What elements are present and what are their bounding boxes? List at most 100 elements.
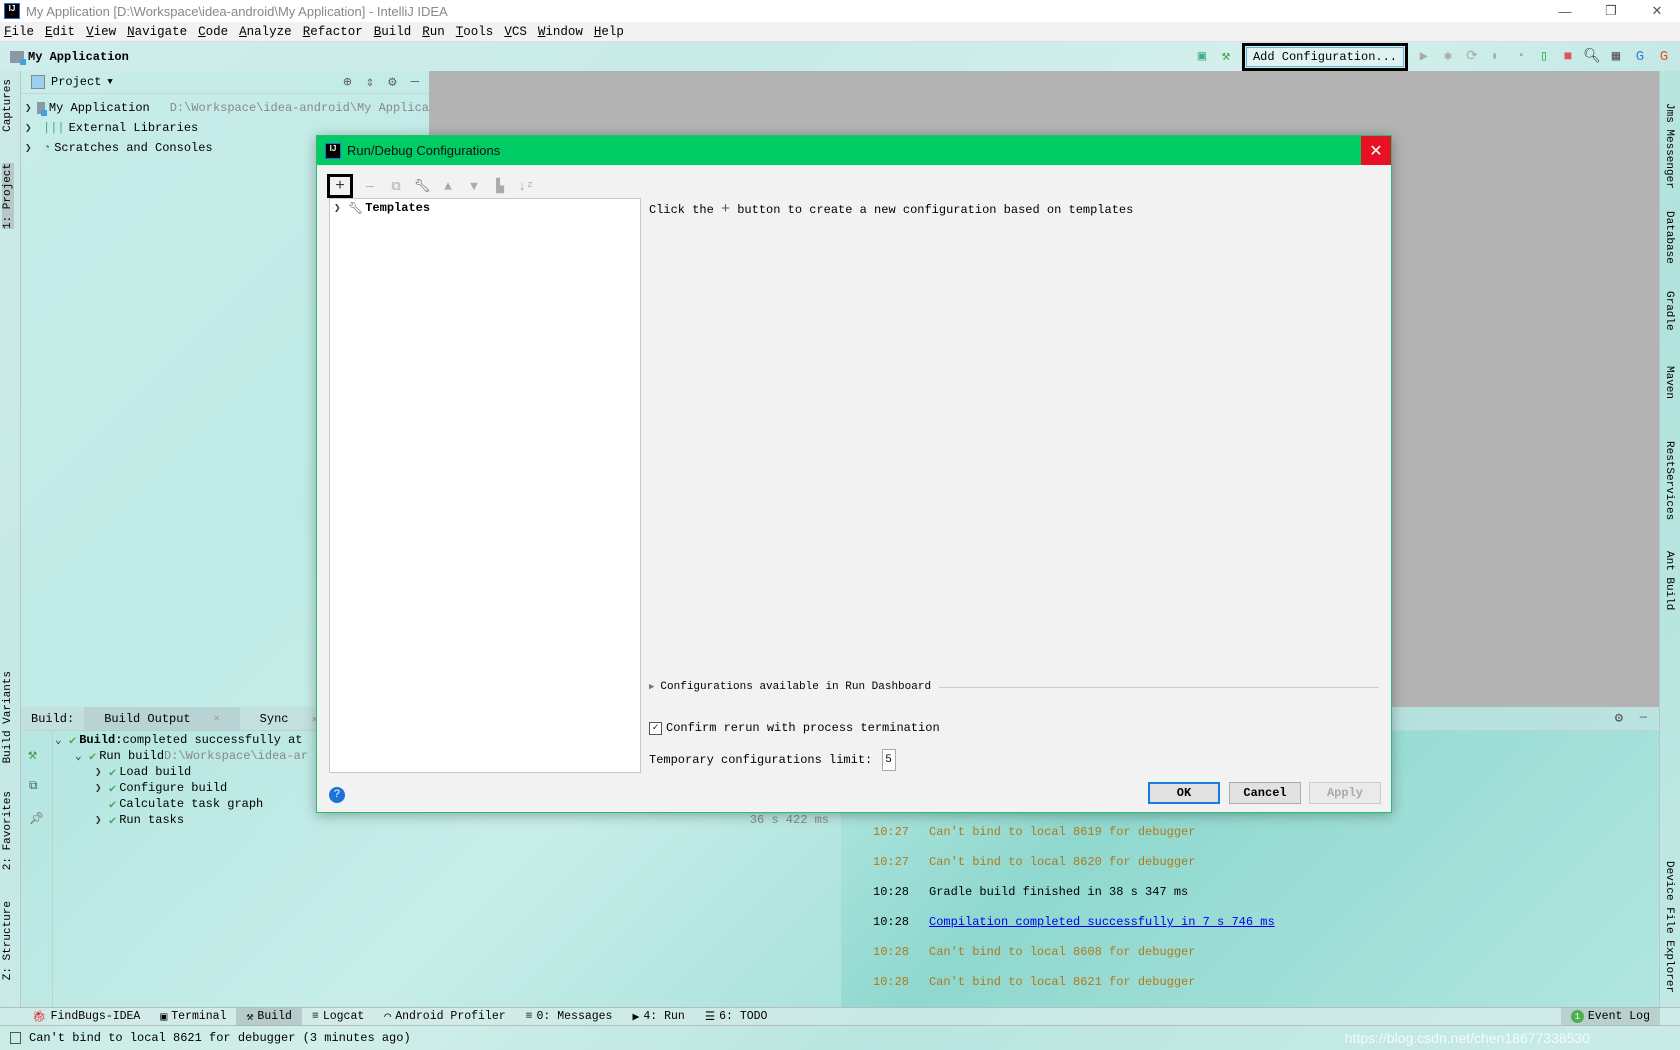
- menu-edit[interactable]: Edit: [45, 25, 75, 39]
- tab-restservices[interactable]: RestServices: [1663, 441, 1675, 520]
- menu-build[interactable]: Build: [374, 25, 412, 39]
- tool-messages[interactable]: ≡ 0: Messages: [516, 1007, 623, 1026]
- edit-templates-wrench-icon[interactable]: 🔧︎: [413, 177, 431, 195]
- confirm-rerun-checkbox[interactable]: ✓ Confirm rerun with process termination: [649, 721, 940, 735]
- menu-view[interactable]: View: [86, 25, 116, 39]
- dialog-close-button[interactable]: ✕: [1361, 136, 1391, 165]
- event-text[interactable]: Compilation completed successfully in 7 …: [929, 915, 1275, 929]
- translate-icon[interactable]: G: [1656, 49, 1672, 65]
- tab-build-variants[interactable]: Build Variants: [2, 671, 14, 763]
- tree-item-my-application[interactable]: ❯ My Application D:\Workspace\idea-android…: [21, 98, 429, 118]
- move-down-icon[interactable]: ▼: [465, 177, 483, 195]
- build-tree-row[interactable]: ✔ Calculate task graph: [109, 796, 263, 812]
- menu-tools[interactable]: Tools: [456, 25, 494, 39]
- run-window-icon[interactable]: ▣: [1194, 49, 1210, 65]
- tab-project[interactable]: 1: Project: [2, 163, 14, 230]
- google-translate-icon[interactable]: G: [1632, 49, 1648, 65]
- event-log-button[interactable]: 1 Event Log: [1560, 1007, 1660, 1026]
- chevron-down-icon[interactable]: ⌄: [75, 749, 89, 763]
- tool-android-profiler[interactable]: ◠ Android Profiler: [374, 1007, 515, 1026]
- menu-window[interactable]: Window: [538, 25, 583, 39]
- limit-input[interactable]: [882, 749, 897, 771]
- ok-button[interactable]: OK: [1148, 782, 1220, 804]
- remove-configuration-icon[interactable]: —: [361, 177, 379, 195]
- pin-icon[interactable]: 📌︎: [29, 811, 44, 826]
- new-folder-icon[interactable]: ▙: [491, 177, 509, 195]
- menu-code[interactable]: Code: [198, 25, 228, 39]
- run-dashboard-section[interactable]: ▶ Configurations available in Run Dashboa…: [649, 681, 1379, 693]
- apply-changes-icon[interactable]: ⟳: [1464, 49, 1480, 65]
- tool-logcat[interactable]: ≡ Logcat: [302, 1007, 374, 1026]
- chevron-right-icon[interactable]: ❯: [95, 813, 109, 827]
- tab-build-output[interactable]: Build Output ✕: [84, 706, 240, 731]
- chevron-down-icon[interactable]: ⌄: [55, 733, 69, 747]
- cancel-button[interactable]: Cancel: [1229, 782, 1301, 804]
- chevron-right-icon[interactable]: ❯: [334, 201, 348, 215]
- chevron-right-icon[interactable]: ❯: [25, 141, 39, 155]
- build-tree-row[interactable]: ⌄ ✔ Build: completed successfully at: [55, 732, 302, 748]
- close-icon[interactable]: ✕: [204, 713, 230, 725]
- tree-item-templates[interactable]: ❯ 🔧︎ Templates: [330, 199, 640, 217]
- run-icon[interactable]: ▶: [1416, 49, 1432, 65]
- tool-build[interactable]: ⚒ Build: [236, 1007, 302, 1026]
- gear-icon[interactable]: ⚙: [388, 74, 396, 91]
- close-window-button[interactable]: ✕: [1634, 0, 1680, 22]
- tab-database[interactable]: Database: [1663, 211, 1675, 264]
- menu-analyze[interactable]: Analyze: [239, 25, 292, 39]
- rebuild-hammer-icon[interactable]: ⚒: [28, 745, 37, 764]
- event-log-entry[interactable]: 10:28 Compilation completed successfully …: [873, 915, 1275, 929]
- status-toggle-icon[interactable]: [10, 1032, 21, 1044]
- status-message[interactable]: Can't bind to local 8621 for debugger (3…: [29, 1031, 411, 1045]
- hide-icon[interactable]: —: [411, 74, 419, 91]
- menu-file[interactable]: File: [4, 25, 34, 39]
- toggle-view-icon[interactable]: ⧉: [29, 779, 38, 793]
- chevron-down-icon[interactable]: ▼: [107, 77, 112, 87]
- menu-help[interactable]: Help: [594, 25, 624, 39]
- apply-button[interactable]: Apply: [1309, 782, 1381, 804]
- build-tree-row[interactable]: ⌄ ✔ Run build D:\Workspace\idea-ar: [75, 748, 308, 764]
- build-hammer-icon[interactable]: ⚒: [1218, 49, 1234, 65]
- expand-arrow-icon[interactable]: ▶: [649, 682, 654, 692]
- chevron-right-icon[interactable]: ❯: [25, 101, 33, 115]
- chevron-right-icon[interactable]: ❯: [95, 781, 109, 795]
- tool-terminal[interactable]: ▣ Terminal: [150, 1007, 236, 1026]
- hide-icon[interactable]: —: [1640, 710, 1647, 724]
- tab-device-file-explorer[interactable]: Device File Explorer: [1663, 861, 1675, 993]
- locate-icon[interactable]: ⊕: [343, 74, 351, 91]
- collapse-all-icon[interactable]: ⇕: [366, 74, 374, 91]
- tab-maven[interactable]: Maven: [1663, 366, 1675, 399]
- build-tree-row[interactable]: ❯ ✔ Run tasks: [95, 812, 184, 828]
- build-tree-row[interactable]: ❯ ✔ Load build: [95, 764, 191, 780]
- profile-icon[interactable]: ◔: [1512, 49, 1528, 65]
- debug-icon[interactable]: ✱: [1440, 49, 1456, 65]
- menu-vcs[interactable]: VCS: [504, 25, 527, 39]
- tab-structure[interactable]: Z: Structure: [2, 901, 14, 980]
- tool-run[interactable]: ▶ 4: Run: [622, 1007, 694, 1026]
- menu-navigate[interactable]: Navigate: [127, 25, 187, 39]
- project-view-selector[interactable]: Project: [51, 75, 101, 89]
- add-new-configuration-button[interactable]: +: [327, 174, 353, 198]
- attach-debugger-icon[interactable]: ▯: [1536, 49, 1552, 65]
- build-tree-row[interactable]: ❯ ✔ Configure build: [95, 780, 227, 796]
- minimize-button[interactable]: —: [1542, 0, 1588, 22]
- sort-alphabetically-icon[interactable]: ↓ᶻ: [517, 177, 535, 195]
- chevron-right-icon[interactable]: ❯: [25, 121, 39, 135]
- search-icon[interactable]: 🔍︎: [1583, 49, 1601, 65]
- breadcrumb-project[interactable]: My Application: [28, 50, 129, 64]
- checkbox-checked[interactable]: ✓: [649, 721, 662, 735]
- coverage-icon[interactable]: ◐: [1488, 49, 1504, 65]
- copy-configuration-icon[interactable]: ⧉: [387, 177, 405, 195]
- move-up-icon[interactable]: ▲: [439, 177, 457, 195]
- help-icon[interactable]: ?: [329, 787, 345, 803]
- chevron-right-icon[interactable]: ❯: [95, 765, 109, 779]
- menu-refactor[interactable]: Refactor: [303, 25, 363, 39]
- gear-icon[interactable]: ⚙: [1615, 710, 1623, 727]
- project-structure-icon[interactable]: ▦: [1608, 49, 1624, 65]
- tab-favorites[interactable]: 2: Favorites: [2, 791, 14, 870]
- restore-button[interactable]: ❐: [1588, 0, 1634, 22]
- tool-todo[interactable]: ☰ 6: TODO: [695, 1007, 778, 1026]
- tool-findbugs[interactable]: 🐞︎ FindBugs-IDEA: [22, 1007, 150, 1026]
- add-configuration-button[interactable]: Add Configuration...: [1241, 42, 1408, 71]
- tab-ant-build[interactable]: Ant Build: [1663, 551, 1675, 610]
- tab-jms-messenger[interactable]: Jms Messenger: [1663, 103, 1675, 189]
